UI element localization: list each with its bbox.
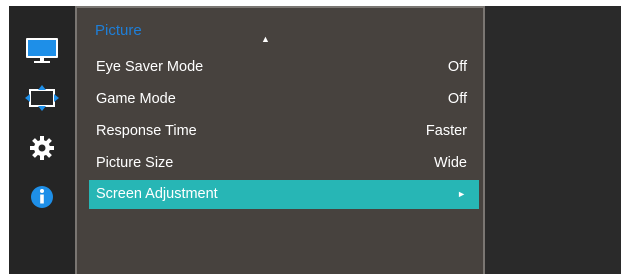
menu-item-response-time[interactable]: Response Time Faster [89, 117, 479, 146]
menu-title: Picture [95, 22, 142, 39]
osd-sidebar [9, 6, 75, 274]
screen-adjust-icon[interactable] [24, 84, 60, 114]
menu-item-label: Eye Saver Mode [96, 59, 204, 75]
submenu-arrow-icon: ► [457, 189, 466, 199]
menu-item-label: Response Time [96, 123, 197, 139]
menu-item-label: Picture Size [96, 155, 174, 171]
menu-item-value: Wide [433, 155, 467, 171]
menu-item-value: Off [447, 59, 467, 75]
menu-item-screen-adjustment[interactable]: Screen Adjustment ► [89, 180, 479, 209]
picture-menu-panel: Picture ▲ Eye Saver Mode Off Game Mode O… [75, 6, 485, 274]
menu-item-eye-saver-mode[interactable]: Eye Saver Mode Off [89, 53, 479, 82]
menu-item-label: Screen Adjustment [96, 186, 218, 202]
menu-item-value: Faster [425, 123, 467, 139]
menu-item-picture-size[interactable]: Picture Size Wide [89, 149, 479, 178]
info-icon[interactable] [24, 182, 60, 212]
menu-item-value: Off [447, 91, 467, 107]
menu-item-game-mode[interactable]: Game Mode Off [89, 85, 479, 114]
osd-right-area [487, 6, 621, 274]
monitor-icon[interactable] [24, 36, 60, 66]
menu-item-label: Game Mode [96, 91, 176, 107]
gear-icon[interactable] [24, 133, 60, 163]
scroll-up-icon[interactable]: ▲ [261, 34, 270, 44]
